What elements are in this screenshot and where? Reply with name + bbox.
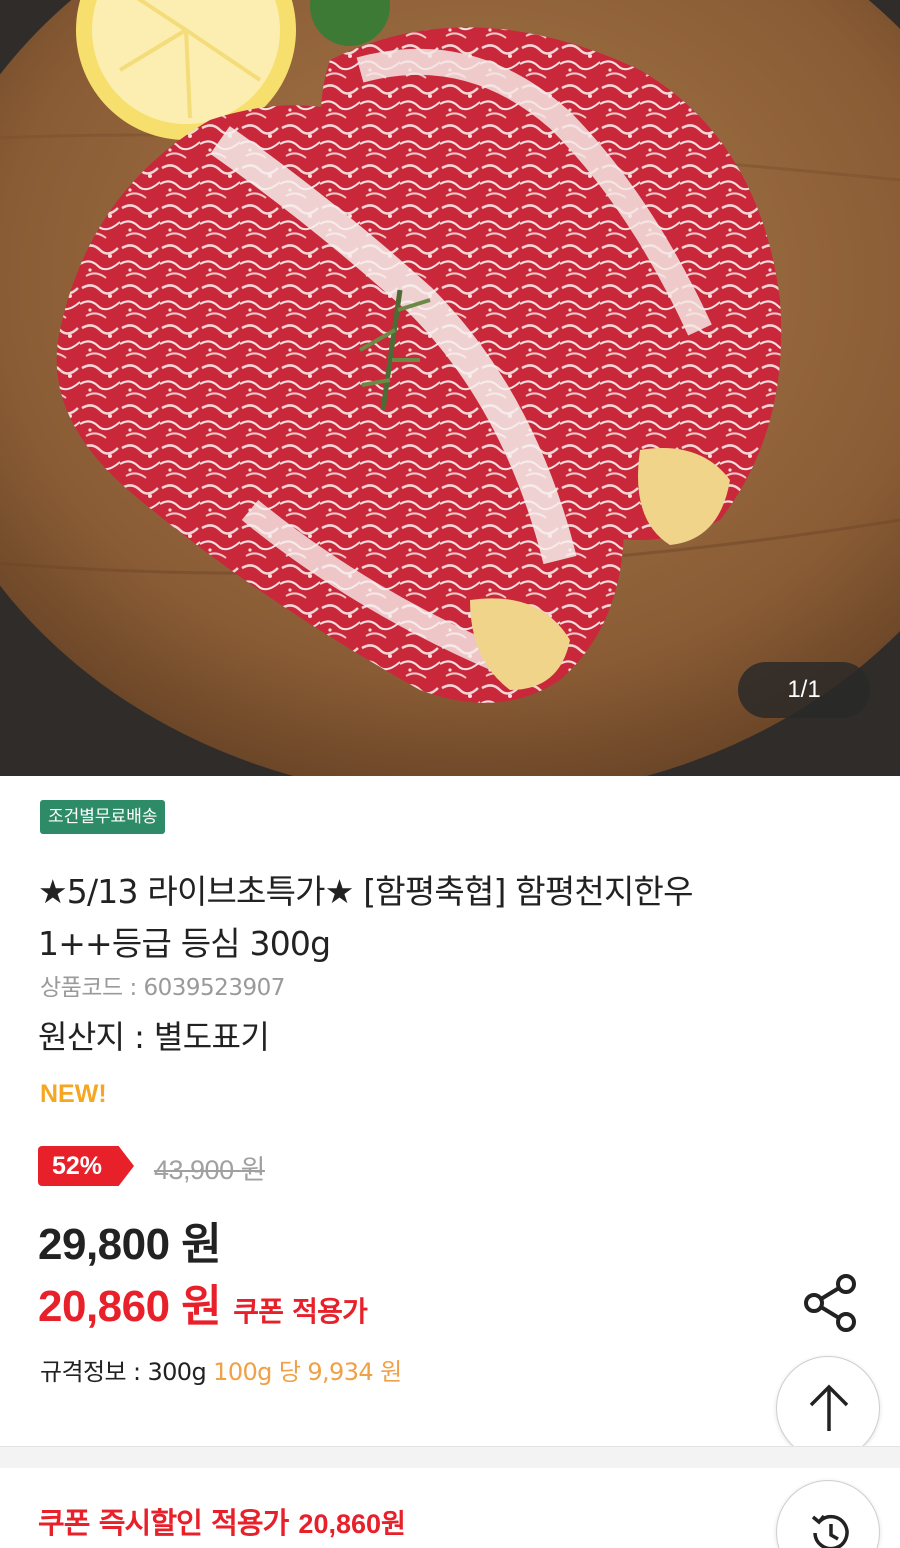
unit-label: 100g 당 <box>213 1358 301 1386</box>
share-button[interactable] <box>800 1272 860 1334</box>
spec-label: 규격정보 : <box>40 1358 148 1386</box>
new-tag: NEW! <box>40 1080 107 1108</box>
scroll-top-button[interactable] <box>776 1356 880 1460</box>
unit-price: 9,934 원 <box>307 1358 402 1386</box>
coupon-price-label: 쿠폰 적용가 <box>233 1295 368 1328</box>
origin-info: 원산지 : 별도표기 <box>38 1012 270 1058</box>
product-code-label: 상품코드 : <box>40 975 144 1001</box>
origin-label: 원산지 : <box>38 1018 154 1056</box>
free-shipping-badge: 조건별무료배송 <box>40 800 166 834</box>
discount-rate-badge: 52% <box>38 1146 134 1186</box>
product-title-line1: ★5/13 라이브초특가★ [함평축협] 함평천지한우 <box>38 872 693 911</box>
marbled-beef-steak-photo <box>0 0 900 776</box>
product-code: 상품코드 : 6039523907 <box>40 968 285 1002</box>
spec-value: 300g <box>147 1358 207 1386</box>
coupon-instant-label: 쿠폰 즉시할인 적용가 <box>38 1506 289 1540</box>
section-divider <box>0 1446 900 1468</box>
product-image[interactable]: 1/1 <box>0 0 900 776</box>
coupon-price: 20,860 원 <box>38 1282 222 1331</box>
origin-value: 별도표기 <box>153 1018 270 1056</box>
original-price: 43,900 원 <box>154 1155 265 1185</box>
product-code-value: 6039523907 <box>143 975 286 1001</box>
coupon-instant-discount: 쿠폰 즉시할인 적용가 20,860원 <box>38 1500 406 1542</box>
coupon-price-row: 20,860 원 쿠폰 적용가 <box>38 1270 368 1334</box>
product-title: ★5/13 라이브초특가★ [함평축협] 함평천지한우 1++등급 등심 300… <box>38 866 778 970</box>
product-title-line2: 1++등급 등심 300g <box>38 924 331 963</box>
spec-info: 규격정보 : 300g 100g 당 9,934 원 <box>40 1352 402 1387</box>
history-button[interactable] <box>776 1480 880 1548</box>
coupon-instant-value: 20,860원 <box>298 1509 406 1539</box>
history-icon <box>811 1514 849 1548</box>
arrow-up-icon <box>809 1384 849 1431</box>
share-icon <box>804 1274 856 1332</box>
image-pager: 1/1 <box>738 662 870 718</box>
sale-price: 29,800 원 <box>38 1220 222 1269</box>
